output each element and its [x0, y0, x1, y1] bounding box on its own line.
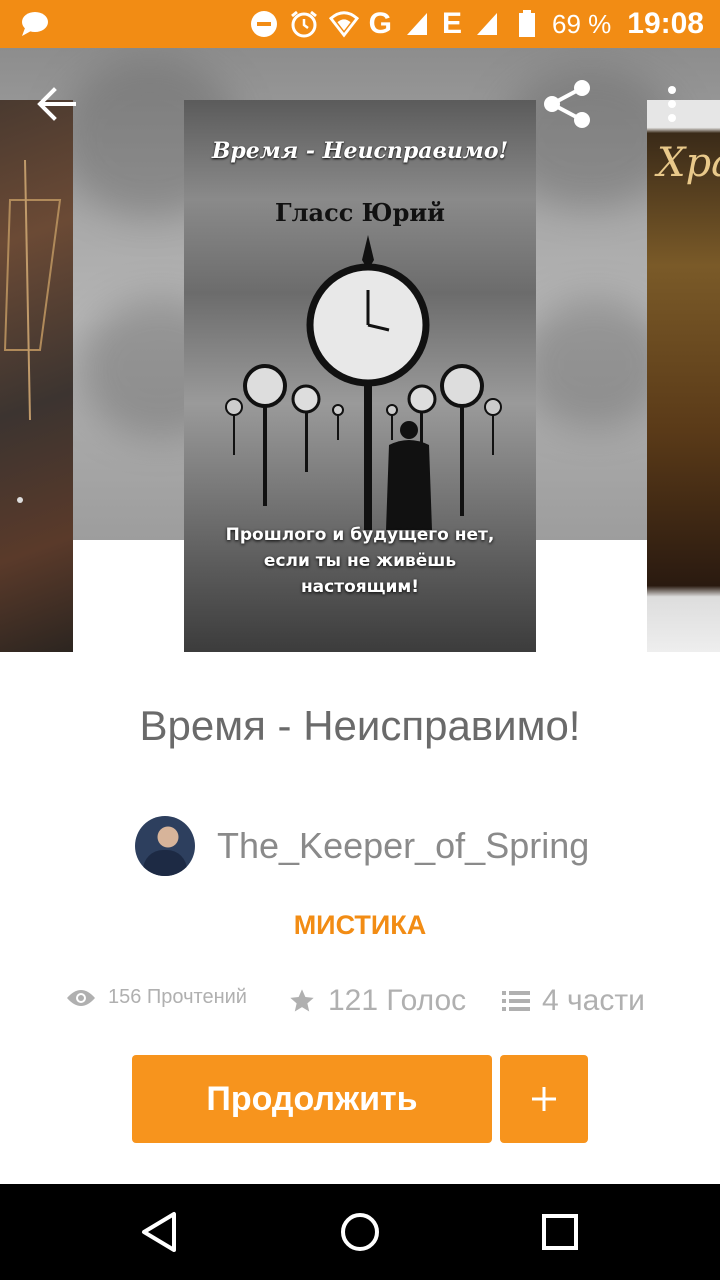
previous-book-cover[interactable] — [0, 100, 73, 652]
do-not-disturb-icon — [249, 9, 279, 39]
share-icon[interactable] — [542, 78, 594, 130]
signal-icon — [472, 9, 502, 39]
recents-square-icon[interactable] — [536, 1208, 584, 1256]
votes-stat: 121 Голос — [288, 984, 466, 1018]
reads-stat: 156 Прочтений — [66, 986, 247, 1009]
alarm-icon — [289, 9, 319, 39]
next-cover-title: Хра — [657, 140, 720, 186]
star-icon — [290, 989, 314, 1012]
author-row[interactable]: The_Keeper_of_Spring — [135, 816, 589, 876]
more-vert-icon[interactable] — [660, 84, 684, 124]
clock-illustration — [225, 235, 502, 530]
plus-icon — [532, 1087, 556, 1111]
home-circle-icon[interactable] — [336, 1208, 384, 1256]
chat-icon — [22, 12, 48, 36]
book-title: Время - Неисправимо! — [139, 702, 581, 749]
cover-author: Гласс Юрий — [275, 198, 445, 227]
list-icon — [502, 991, 530, 1011]
genre-label[interactable]: МИСТИКА — [0, 910, 720, 941]
network-type-e: E — [441, 7, 462, 40]
battery-icon — [512, 9, 542, 39]
eye-icon — [67, 989, 95, 1006]
continue-reading-button[interactable]: Продолжить — [132, 1055, 492, 1143]
parts-stat: 4 части — [502, 984, 645, 1018]
book-cover[interactable]: Время - Неисправимо! Гласс Юрий Прошлого… — [184, 100, 536, 652]
votes-count: 121 Голос — [328, 984, 467, 1017]
system-nav-bar — [0, 1184, 720, 1280]
author-name[interactable]: The_Keeper_of_Spring — [217, 825, 589, 867]
cover-slogan: Прошлого и будущего нет, если ты не живё… — [225, 525, 495, 597]
reads-count: 156 Прочтений — [108, 986, 247, 1008]
clock: 19:08 — [627, 7, 704, 40]
parts-count: 4 части — [542, 984, 645, 1017]
wifi-icon — [328, 9, 359, 39]
network-type-g: G — [368, 7, 392, 40]
battery-percent: 69 % — [552, 8, 612, 39]
story-stats: 156 Прочтений 121 Голос 4 части — [66, 980, 666, 1026]
next-book-cover[interactable]: Хра — [647, 100, 720, 652]
add-to-library-button[interactable] — [500, 1055, 588, 1143]
back-arrow-icon[interactable] — [34, 84, 78, 124]
back-triangle-icon[interactable] — [136, 1208, 184, 1256]
status-bar: G E 69 % 19:08 — [0, 0, 720, 48]
signal-icon — [402, 9, 432, 39]
author-avatar[interactable] — [135, 816, 195, 876]
cover-title: Время - Неисправимо! — [211, 138, 509, 164]
